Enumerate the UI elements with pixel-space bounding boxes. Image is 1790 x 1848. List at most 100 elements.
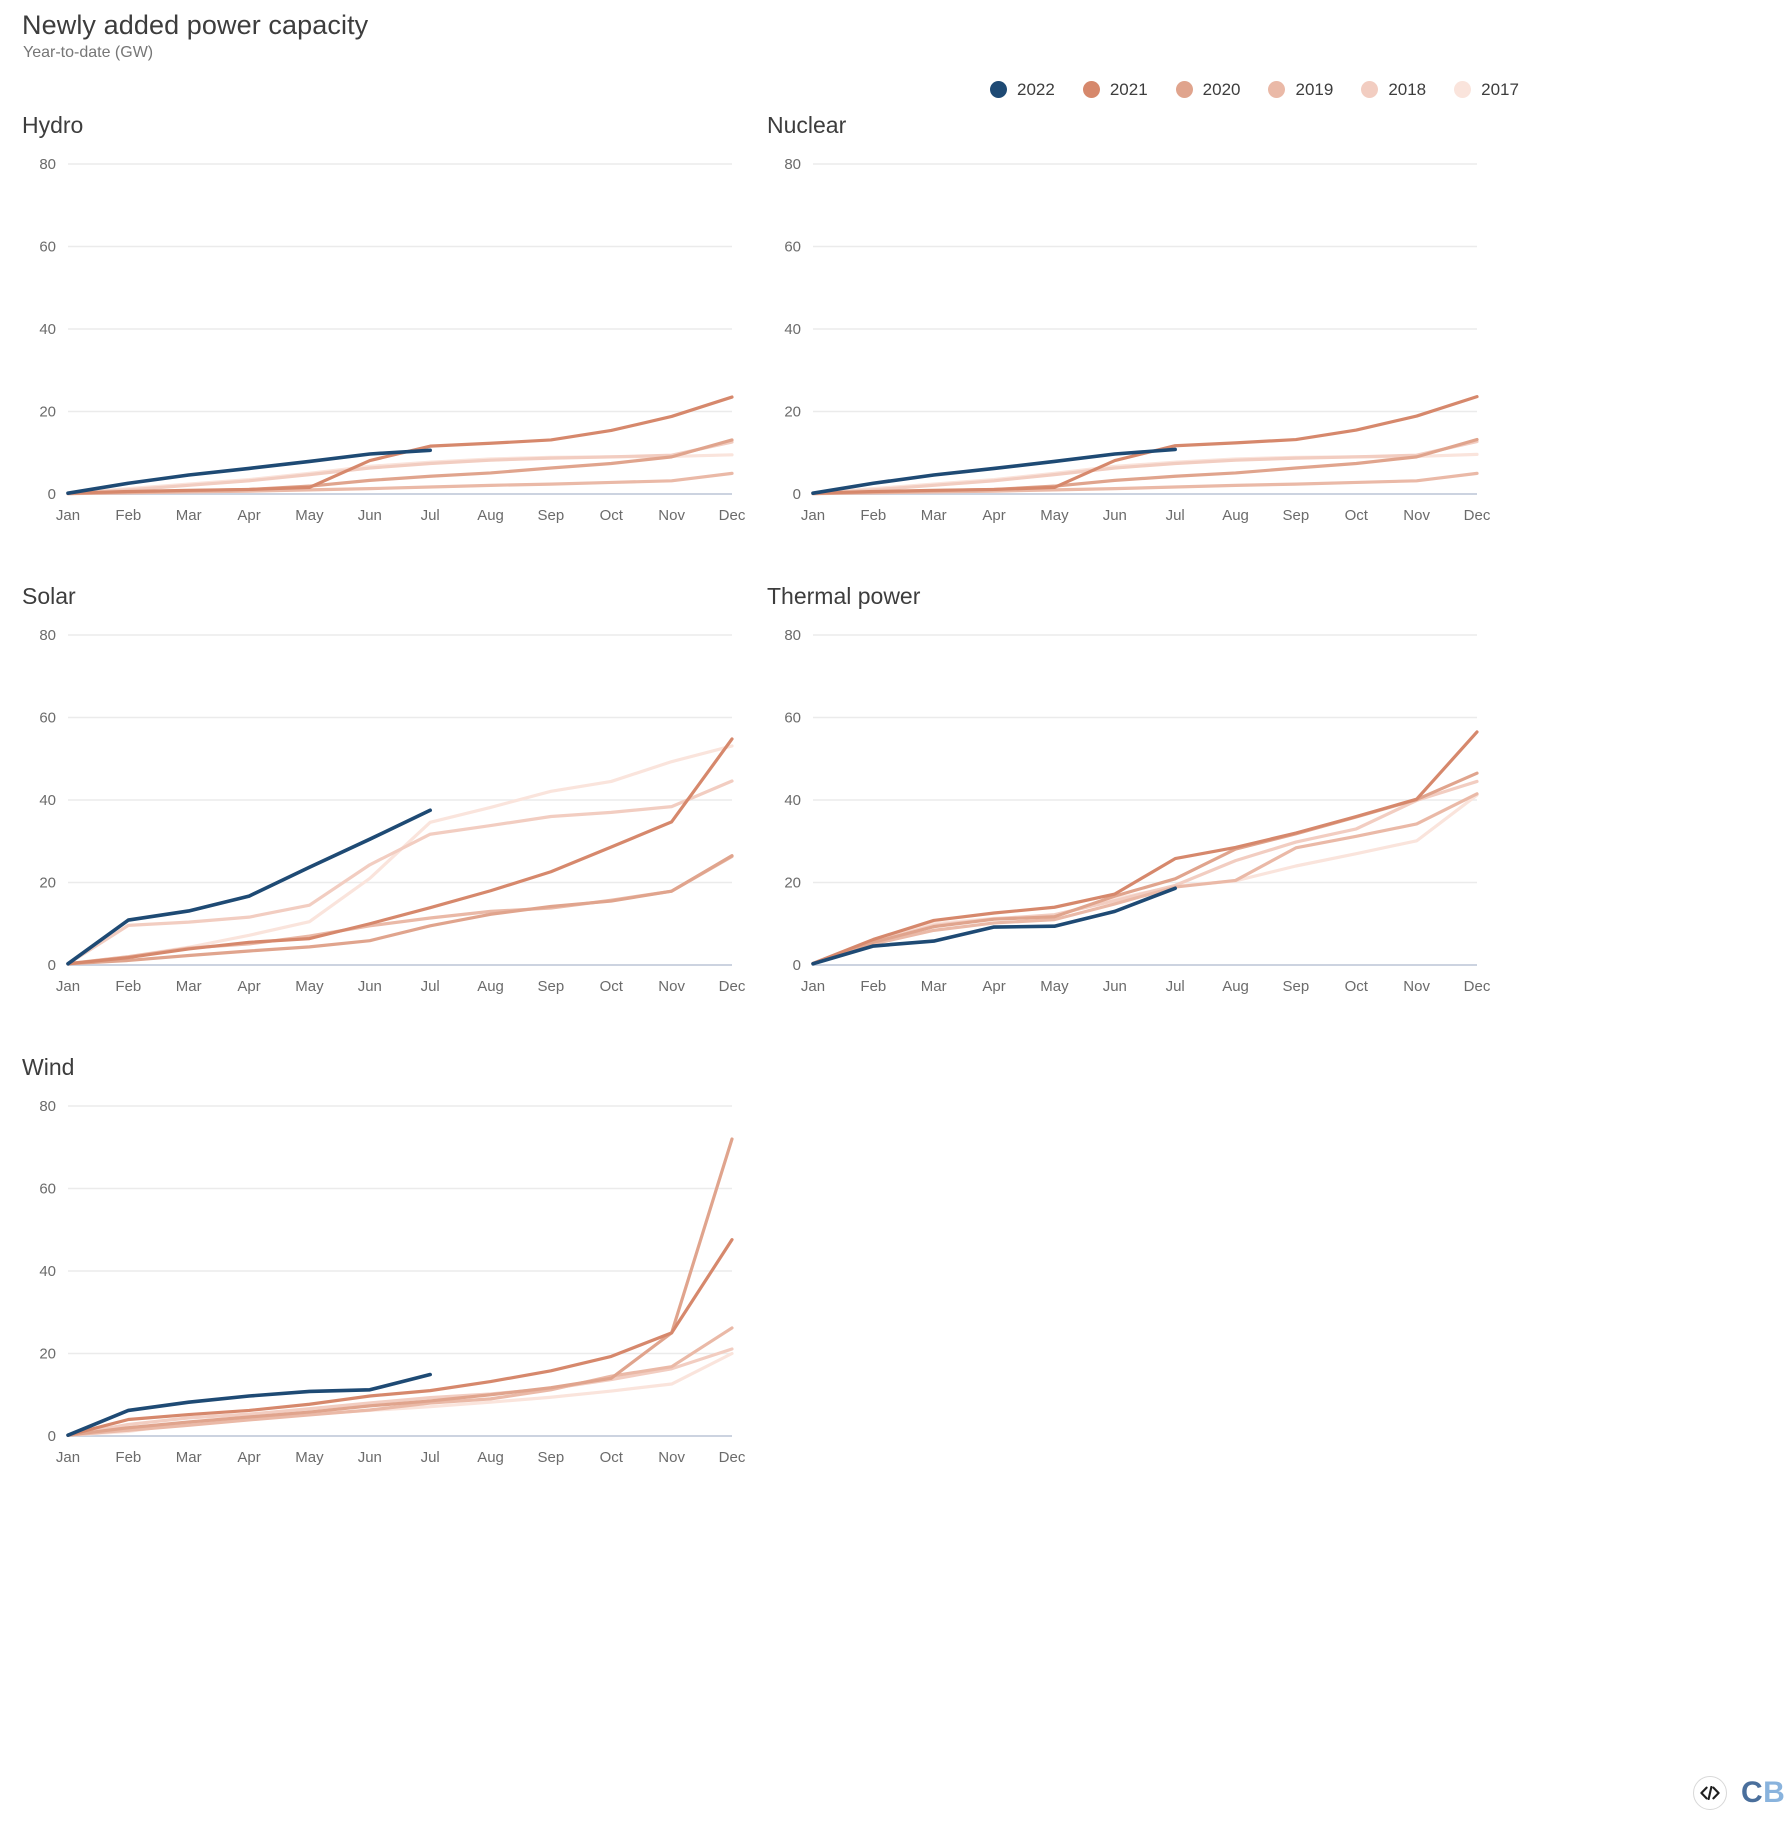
legend-swatch-icon [1175, 80, 1193, 98]
x-axis-tick-label: Jul [421, 978, 440, 995]
chart-panel-title: Hydro [22, 112, 84, 138]
chart-plot-area: 0 20 40 60 80 Jan Feb Mar Apr May Jun Jul Aug Sep Oct N… [39, 627, 746, 995]
x-axis-tick-label: Feb [860, 978, 886, 995]
series-line-2018 [66, 779, 734, 966]
x-axis-tick-label: Dec [719, 1449, 746, 1466]
chart-panel-nuclear: Nuclear 0 20 40 60 80 Jan Feb Mar Apr May Jun Jul Aug… [767, 112, 1495, 542]
y-axis-tick-label: 60 [784, 239, 801, 256]
y-axis-tick-label: 20 [784, 404, 801, 421]
chart-page: Newly added power capacity Year-to-date … [0, 0, 1790, 1848]
x-axis-tick-label: Nov [658, 507, 685, 524]
chart-panel-title: Wind [22, 1054, 75, 1080]
x-axis-tick-label: Jan [56, 507, 80, 524]
brand-letter-c: C [1741, 1776, 1764, 1809]
x-axis-tick-label: Aug [1222, 978, 1249, 995]
legend-item-2018[interactable]: 2018 [1361, 79, 1427, 99]
x-axis-tick-label: Sep [538, 1449, 565, 1466]
x-axis-tick-label: Dec [719, 507, 746, 524]
y-axis-tick-label: 80 [784, 627, 801, 644]
legend-label: 2017 [1481, 79, 1519, 99]
page-title: Newly added power capacity [22, 10, 369, 40]
x-axis-tick-label: Jul [421, 1449, 440, 1466]
page-subtitle: Year-to-date (GW) [23, 44, 154, 61]
legend-label: 2018 [1388, 79, 1427, 99]
x-axis-tick-label: Jan [801, 978, 825, 995]
chart-legend: 2022 2021 2020 2019 2018 2017 [990, 78, 1547, 100]
legend-item-2022[interactable]: 2022 [990, 79, 1055, 99]
y-axis-tick-label: 0 [48, 1428, 56, 1445]
legend-item-2017[interactable]: 2017 [1454, 79, 1519, 99]
x-axis-tick-label: Nov [1403, 978, 1430, 995]
chart-panel-thermal-power: Thermal power 0 20 40 60 80 Jan Feb Mar Apr May Jun… [767, 583, 1495, 1013]
y-axis-tick-label: 80 [39, 627, 56, 644]
x-axis-tick-label: May [295, 507, 324, 524]
y-axis-tick-label: 0 [48, 957, 56, 974]
y-axis-tick-label: 40 [39, 321, 56, 338]
code-embed-icon[interactable] [1693, 1776, 1727, 1810]
chart-panel-hydro: Hydro 0 20 40 60 80 Jan Feb Mar Apr May Jun Jul Aug Se… [22, 112, 750, 542]
y-axis-tick-label: 60 [784, 710, 801, 727]
legend-item-2021[interactable]: 2021 [1082, 79, 1148, 99]
chart-panel-solar: Solar 0 20 40 60 80 Jan Feb Mar Apr May Jun Jul Aug Se… [22, 583, 750, 1013]
legend-swatch-icon [990, 80, 1007, 98]
legend-swatch-icon [1082, 80, 1100, 98]
x-axis-tick-label: Nov [658, 978, 685, 995]
chart-plot-area: 0 20 40 60 80 Jan Feb Mar Apr May Jun Jul Aug Sep Oct N… [39, 156, 746, 524]
legend-item-2020[interactable]: 2020 [1175, 80, 1240, 98]
chart-plot-area: 0 20 40 60 80 Jan Feb Mar Apr May Jun Jul Aug Sep Oct N… [784, 156, 1491, 524]
x-axis-tick-label: Sep [538, 978, 565, 995]
x-axis-tick-label: May [1040, 978, 1069, 995]
chart-plot-area: 0 20 40 60 80 Jan Feb Mar Apr May Jun Jul Aug Sep Oct N… [784, 627, 1491, 995]
x-axis-tick-label: Jun [358, 978, 382, 995]
x-axis-tick-label: Aug [477, 978, 504, 995]
chart-panel-title: Solar [22, 583, 76, 609]
y-axis-tick-label: 60 [39, 239, 56, 256]
y-axis-tick-label: 20 [784, 875, 801, 892]
series-line-2022 [811, 447, 1177, 495]
y-axis-tick-label: 80 [39, 156, 56, 173]
series-line-2017 [66, 744, 734, 966]
x-axis-tick-label: Apr [982, 978, 1005, 995]
x-axis-tick-label: Oct [1345, 978, 1369, 995]
series-line-2018 [811, 440, 1479, 495]
x-axis-tick-label: Aug [1222, 507, 1249, 524]
y-axis-tick-label: 0 [793, 486, 801, 503]
y-axis-tick-label: 20 [39, 875, 56, 892]
x-axis-tick-label: Jan [801, 507, 825, 524]
x-axis-tick-label: May [295, 1449, 324, 1466]
legend-item-2019[interactable]: 2019 [1268, 79, 1334, 99]
x-axis-tick-label: Sep [538, 507, 565, 524]
x-axis-tick-label: Nov [1403, 507, 1430, 524]
y-axis-tick-label: 0 [793, 957, 801, 974]
y-axis-tick-label: 40 [784, 321, 801, 338]
y-axis-tick-label: 80 [784, 156, 801, 173]
x-axis-tick-label: Feb [115, 1449, 141, 1466]
x-axis-tick-label: Mar [176, 507, 202, 524]
legend-label: 2019 [1295, 79, 1334, 99]
x-axis-tick-label: Dec [1464, 978, 1491, 995]
legend-label: 2021 [1109, 79, 1148, 99]
chart-panel-wind: Wind 0 20 40 60 80 Jan Feb Mar Apr May Jun Jul Aug Sep… [22, 1054, 750, 1484]
y-axis-tick-label: 40 [39, 792, 56, 809]
x-axis-tick-label: Aug [477, 507, 504, 524]
x-axis-tick-label: Jun [1103, 507, 1127, 524]
x-axis-tick-label: Mar [921, 507, 947, 524]
x-axis-tick-label: Oct [600, 507, 624, 524]
x-axis-tick-label: Jul [1166, 507, 1185, 524]
x-axis-tick-label: Jan [56, 1449, 80, 1466]
legend-label: 2022 [1017, 79, 1055, 99]
y-axis-tick-label: 40 [784, 792, 801, 809]
legend-swatch-icon [1361, 80, 1379, 98]
x-axis-tick-label: Feb [115, 978, 141, 995]
y-axis-tick-label: 0 [48, 486, 56, 503]
series-line-2018 [66, 440, 734, 495]
x-axis-tick-label: Apr [237, 1449, 260, 1466]
x-axis-tick-label: Dec [719, 978, 746, 995]
y-axis-tick-label: 80 [39, 1098, 56, 1115]
x-axis-tick-label: Mar [176, 978, 202, 995]
x-axis-tick-label: Jun [358, 1449, 382, 1466]
series-line-2022 [66, 448, 432, 495]
x-axis-tick-label: Jan [56, 978, 80, 995]
x-axis-tick-label: Jun [1103, 978, 1127, 995]
x-axis-tick-label: Aug [477, 1449, 504, 1466]
